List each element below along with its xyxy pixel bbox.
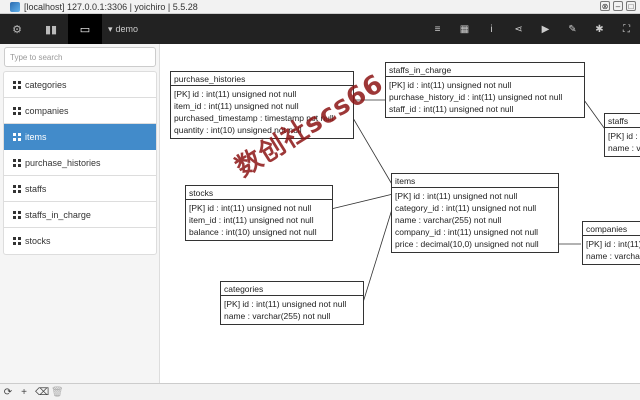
sidebar-item-companies[interactable]: companies <box>4 98 156 124</box>
entity-column: [PK] id : int(11) unsigned not null <box>224 299 347 309</box>
database-name: demo <box>115 24 139 34</box>
window-minimize-icon[interactable]: – <box>613 1 623 11</box>
entity-column: purchase_history_id : int(11) unsigned n… <box>389 92 563 102</box>
relation-line <box>360 205 394 310</box>
sidebar-item-staffs-in-charge[interactable]: staffs_in_charge <box>4 202 156 228</box>
info-icon[interactable]: i <box>478 14 505 44</box>
entity-column: [PK] id : int(11) unsigned not null <box>189 203 312 213</box>
entity-title: stocks <box>186 186 332 200</box>
play-icon[interactable]: ▶ <box>532 14 559 44</box>
monitor-icon[interactable]: ▭ <box>68 14 102 44</box>
eraser-icon[interactable]: ⌫ <box>35 387 49 398</box>
entity-companies[interactable]: companies [PK] id : int(11) unsigned not… <box>582 221 640 265</box>
entity-column: [PK] id : int(11) unsigned not null <box>389 80 512 90</box>
sidebar-item-label: staffs_in_charge <box>25 209 91 220</box>
entity-stocks[interactable]: stocks [PK] id : int(11) unsigned not nu… <box>185 185 333 241</box>
sidebar-item-label: staffs <box>25 183 47 194</box>
sidebar-item-label: stocks <box>25 236 51 246</box>
table-list: categories companies items purchase_hist… <box>3 71 157 255</box>
sidebar-item-purchase-histories[interactable]: purchase_histories <box>4 150 156 176</box>
window-title-bar: [localhost] 127.0.0.1:3306 | yoichiro | … <box>0 0 640 14</box>
entity-categories[interactable]: categories [PK] id : int(11) unsigned no… <box>220 281 364 325</box>
sidebar-item-label: purchase_histories <box>25 157 101 168</box>
er-diagram-canvas[interactable]: purchase_histories [PK] id : int(11) uns… <box>161 44 640 383</box>
add-icon[interactable]: + <box>19 387 29 398</box>
window-maximize-icon[interactable]: □ <box>626 1 636 11</box>
refresh-icon[interactable]: ⟳ <box>3 387 13 398</box>
entity-column: staff_id : int(11) unsigned not null <box>389 104 514 114</box>
entity-column: [PK] id : int(11) unsigned not null <box>608 131 640 141</box>
entity-staffs-in-charge[interactable]: staffs_in_charge [PK] id : int(11) unsig… <box>385 62 585 118</box>
sidebar-item-label: companies <box>25 105 69 116</box>
relation-line <box>330 193 394 210</box>
gear-icon[interactable]: ✱ <box>586 14 613 44</box>
search-input[interactable] <box>4 47 156 67</box>
database-selector[interactable]: ▾ demo <box>108 24 138 35</box>
window-controls: ⊗ – □ <box>600 1 636 11</box>
grid-icon <box>13 158 21 167</box>
list-icon[interactable]: ≡ <box>424 14 451 44</box>
settings-icon[interactable]: ⚙ <box>0 14 34 44</box>
chevron-down-icon: ▾ <box>108 23 113 34</box>
entity-staffs[interactable]: staffs [PK] id : int(11) unsigned not nu… <box>604 113 640 157</box>
entity-column: name : varchar(255) not null <box>224 311 331 321</box>
edit-icon[interactable]: ✎ <box>559 14 586 44</box>
window-title: [localhost] 127.0.0.1:3306 | yoichiro | … <box>24 1 198 12</box>
footer-toolbar: ⟳ + ⌫ 🗑 <box>0 383 640 400</box>
entity-title: staffs_in_charge <box>386 63 584 77</box>
sidebar-item-stocks[interactable]: stocks <box>4 228 156 254</box>
sidebar-item-items[interactable]: items <box>4 124 156 150</box>
sidebar: categories companies items purchase_hist… <box>0 44 160 383</box>
entity-column: [PK] id : int(11) unsigned not null <box>395 191 518 201</box>
grid-icon <box>13 210 21 219</box>
entity-column: category_id : int(11) unsigned not null <box>395 203 537 213</box>
entity-column: name : varchar(255) not null <box>608 143 640 153</box>
sidebar-item-categories[interactable]: categories <box>4 72 156 98</box>
entity-column: company_id : int(11) unsigned not null <box>395 227 539 237</box>
entity-column: item_id : int(11) unsigned not null <box>189 215 314 225</box>
share-icon[interactable]: ⋖ <box>505 14 532 44</box>
window-close-icon[interactable]: ⊗ <box>600 1 610 11</box>
grid-icon <box>13 106 21 115</box>
sidebar-item-staffs[interactable]: staffs <box>4 176 156 202</box>
grid-icon <box>13 132 21 141</box>
entity-column: name : varchar(255) not null <box>395 215 502 225</box>
trash-icon[interactable]: 🗑 <box>51 387 64 398</box>
table-icon[interactable]: ▦ <box>451 14 478 44</box>
navbar-right-toolbar: ≡ ▦ i ⋖ ▶ ✎ ✱ ⛶ <box>424 14 640 44</box>
app-logo-icon <box>10 1 20 12</box>
fullscreen-icon[interactable]: ⛶ <box>613 14 640 44</box>
entity-items[interactable]: items [PK] id : int(11) unsigned not nul… <box>391 173 559 253</box>
entity-title: categories <box>221 282 363 296</box>
entity-column: price : decimal(10,0) unsigned not null <box>395 239 539 249</box>
entity-column: balance : int(10) unsigned not null <box>189 227 317 237</box>
entity-column: name : varchar(255) not null <box>586 251 640 261</box>
entity-title: staffs <box>605 114 640 128</box>
entity-title: items <box>392 174 558 188</box>
grid-icon <box>13 237 21 245</box>
top-navbar: ⚙ ▮▮ ▭ ▾ demo ≡ ▦ i ⋖ ▶ ✎ ✱ ⛶ <box>0 14 640 44</box>
grid-icon <box>13 184 21 193</box>
entity-title: purchase_histories <box>171 72 353 86</box>
sidebar-item-label: items <box>25 131 47 142</box>
sidebar-item-label: categories <box>25 79 67 90</box>
grid-icon <box>13 80 21 89</box>
entity-column: [PK] id : int(11) unsigned not null <box>586 239 640 249</box>
entity-title: companies <box>583 222 640 236</box>
chart-icon[interactable]: ▮▮ <box>34 14 68 44</box>
relation-line <box>352 117 394 187</box>
